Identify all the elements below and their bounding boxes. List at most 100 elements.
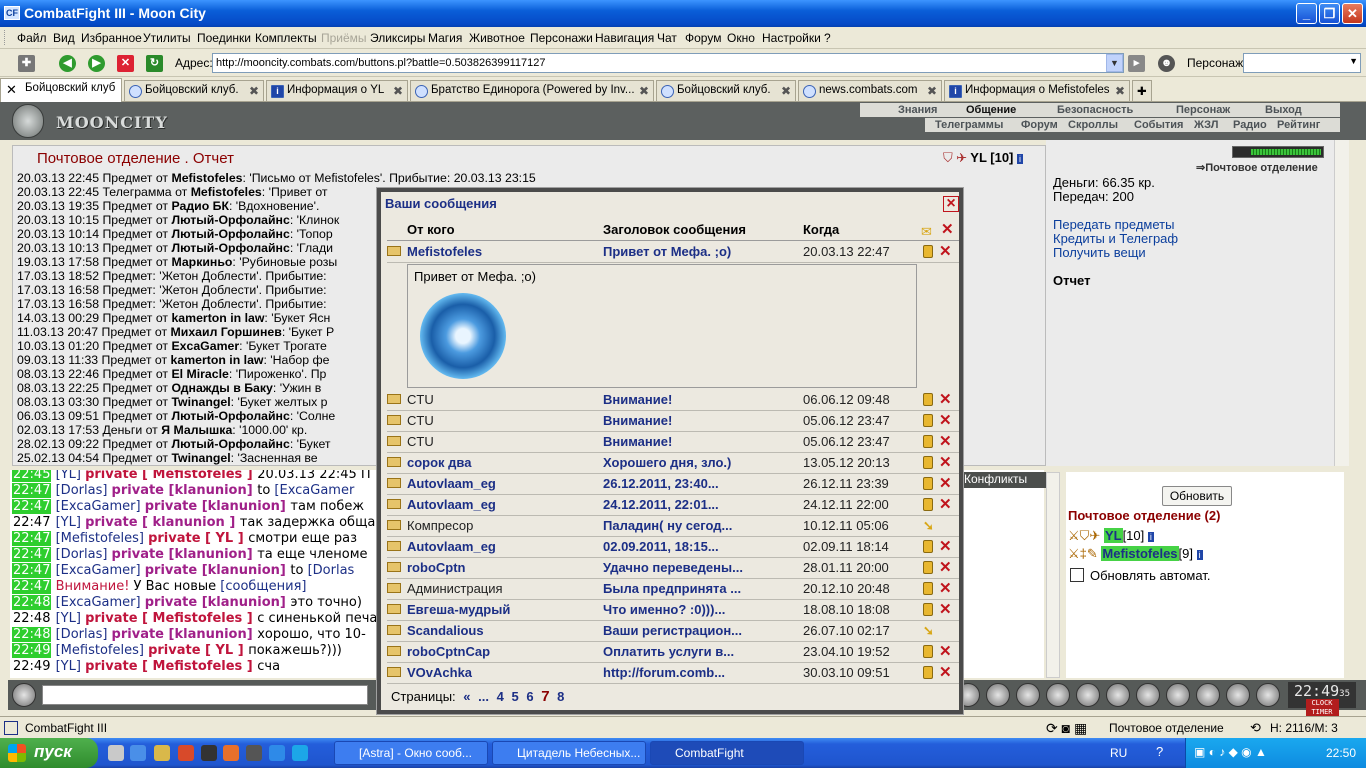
- message-subject[interactable]: Паладин( ну сегод...: [603, 518, 773, 533]
- message-subject[interactable]: http://forum.comb...: [603, 665, 773, 680]
- delete-icon[interactable]: ✕: [939, 411, 952, 429]
- tab-5[interactable]: Бойцовский клуб. ✖: [656, 80, 796, 101]
- tab-1[interactable]: ✕ Бойцовский клуб: [0, 78, 122, 102]
- lock-icon[interactable]: [923, 435, 933, 448]
- menu-help[interactable]: ?: [824, 31, 831, 45]
- message-from[interactable]: Евгеша-мудрый: [407, 602, 510, 617]
- close-tab-icon[interactable]: ✖: [639, 84, 649, 98]
- menu-characters[interactable]: Персонажи: [530, 31, 593, 45]
- chat-timestamp[interactable]: 22:47: [12, 515, 51, 530]
- firefox-icon[interactable]: [223, 745, 239, 761]
- message-row[interactable]: Autovlaam_eg 24.12.2011, 22:01... 24.12.11…: [387, 495, 959, 516]
- chat-nick[interactable]: [ExcaGamer: [274, 483, 354, 498]
- nav-knowledge[interactable]: Знания: [898, 104, 937, 116]
- forward-icon[interactable]: ▶: [88, 55, 105, 72]
- tool-icon[interactable]: [1226, 683, 1250, 707]
- message-from[interactable]: Компресор: [407, 518, 473, 533]
- delete-icon[interactable]: ✕: [939, 432, 952, 450]
- close-button[interactable]: ✕: [1342, 3, 1363, 24]
- go-icon[interactable]: ▸: [1128, 55, 1145, 72]
- nav-telegrams[interactable]: Телеграммы: [935, 119, 1003, 131]
- delete-icon[interactable]: ✕: [939, 242, 952, 260]
- close-icon[interactable]: ×: [943, 196, 959, 212]
- message-subject[interactable]: 02.09.2011, 18:15...: [603, 539, 773, 554]
- chat-nick[interactable]: [ExcaGamer]: [56, 499, 145, 514]
- menu-chat[interactable]: Чат: [657, 31, 677, 45]
- chat-nick[interactable]: [Dorlas: [308, 563, 355, 578]
- chat-nick[interactable]: [Dorlas]: [56, 627, 112, 642]
- users-icon[interactable]: ☻: [1158, 55, 1175, 72]
- persona-select[interactable]: ▼: [1243, 53, 1361, 73]
- menu-sets[interactable]: Комплекты: [255, 31, 317, 45]
- chat-timestamp[interactable]: 22:45: [12, 470, 52, 482]
- chat-timestamp[interactable]: 22:48: [12, 627, 52, 642]
- delete-icon[interactable]: ✕: [939, 390, 952, 408]
- stop-icon[interactable]: ✕: [117, 55, 134, 72]
- chat-timestamp[interactable]: 22:48: [12, 611, 51, 626]
- info-icon[interactable]: i: [1017, 154, 1024, 164]
- lock-icon[interactable]: [923, 603, 933, 616]
- nav-forum[interactable]: Форум: [1021, 119, 1058, 131]
- chat-nick[interactable]: [YL]: [56, 611, 85, 626]
- quicklaunch-icon[interactable]: [130, 745, 146, 761]
- refresh-icon[interactable]: ↻: [146, 55, 163, 72]
- nav-communication[interactable]: Общение: [966, 104, 1016, 116]
- message-subject[interactable]: Оплатить услуги в...: [603, 644, 773, 659]
- reply-arrow-icon[interactable]: ➘: [923, 623, 934, 639]
- tab-2[interactable]: Бойцовский клуб. ✖: [124, 80, 264, 101]
- tab-6[interactable]: news.combats.com ✖: [798, 80, 942, 101]
- message-from[interactable]: VOvAchka: [407, 665, 472, 680]
- auto-update-toggle[interactable]: Обновлять автомат.: [1070, 568, 1210, 583]
- chat-timestamp[interactable]: 22:49: [12, 643, 52, 658]
- message-subject[interactable]: Что именно? :0)))...: [603, 602, 773, 617]
- page-5[interactable]: 5: [511, 689, 518, 704]
- chat-timestamp[interactable]: 22:47: [12, 499, 52, 514]
- menu-pet[interactable]: Животное: [469, 31, 525, 45]
- help-icon[interactable]: ?: [1156, 744, 1163, 759]
- lock-icon[interactable]: [923, 456, 933, 469]
- lock-icon[interactable]: [923, 582, 933, 595]
- message-row[interactable]: roboCptnCap Оплатить услуги в... 23.04.10 …: [387, 642, 959, 663]
- info-icon[interactable]: i: [1196, 550, 1203, 560]
- tool-icon[interactable]: [1196, 683, 1220, 707]
- nav-security[interactable]: Безопасность: [1057, 104, 1133, 116]
- message-row[interactable]: Autovlaam_eg 02.09.2011, 18:15... 02.09.11…: [387, 537, 959, 558]
- credits-telegraph-link[interactable]: Кредиты и Телеграф: [1053, 231, 1178, 246]
- message-from[interactable]: Mefistofeles: [407, 244, 482, 259]
- message-row[interactable]: CTU Внимание! 05.06.12 23:47 ✕: [387, 432, 959, 453]
- close-tab-icon[interactable]: ✖: [249, 84, 259, 98]
- nav-exit[interactable]: Выход: [1265, 104, 1302, 116]
- message-subject[interactable]: Была предпринята ...: [603, 581, 773, 596]
- refresh-button[interactable]: Обновить: [1162, 486, 1232, 506]
- folder-icon[interactable]: ✉: [921, 224, 932, 240]
- message-from[interactable]: сорок два: [407, 455, 471, 470]
- pager-prev[interactable]: «: [463, 689, 470, 704]
- message-subject[interactable]: Ваши регистрацион...: [603, 623, 773, 638]
- lock-icon[interactable]: [923, 561, 933, 574]
- transfer-items-link[interactable]: Передать предметы: [1053, 217, 1174, 232]
- close-tab-icon[interactable]: ✕: [6, 82, 17, 98]
- message-row[interactable]: Autovlaam_eg 26.12.2011, 23:40... 26.12.11…: [387, 474, 959, 495]
- quicklaunch-icon[interactable]: [201, 745, 217, 761]
- message-from[interactable]: CTU: [407, 413, 434, 428]
- reply-arrow-icon[interactable]: ➘: [923, 518, 934, 534]
- message-row[interactable]: CTU Внимание! 05.06.12 23:47 ✕: [387, 411, 959, 432]
- tab-7[interactable]: i Информация о Mefistofeles ✖: [944, 80, 1130, 101]
- close-tab-icon[interactable]: ✖: [1115, 84, 1125, 98]
- message-from[interactable]: Autovlaam_eg: [407, 476, 496, 491]
- menu-window[interactable]: Окно: [727, 31, 755, 45]
- user-row-mefistofeles[interactable]: ⚔‡✎ Mefistofeles[9] i: [1068, 546, 1203, 562]
- current-user[interactable]: ⛉ ✈ YL [10] i: [943, 150, 1024, 166]
- message-subject[interactable]: Внимание!: [603, 413, 773, 428]
- chat-nick[interactable]: [Mefistofeles]: [56, 643, 148, 658]
- tool-icon[interactable]: [986, 683, 1010, 707]
- message-row[interactable]: Евгеша-мудрый Что именно? :0)))... 18.08.1…: [387, 600, 959, 621]
- chat-nick[interactable]: [Mefistofeles]: [56, 531, 148, 546]
- lock-icon[interactable]: [923, 414, 933, 427]
- tool-icon[interactable]: [1106, 683, 1130, 707]
- quicklaunch-icon[interactable]: [108, 745, 124, 761]
- page-8[interactable]: 8: [557, 689, 564, 704]
- chat-timestamp[interactable]: 22:47: [12, 579, 52, 594]
- menu-settings[interactable]: Настройки: [762, 31, 821, 45]
- message-subject[interactable]: Внимание!: [603, 434, 773, 449]
